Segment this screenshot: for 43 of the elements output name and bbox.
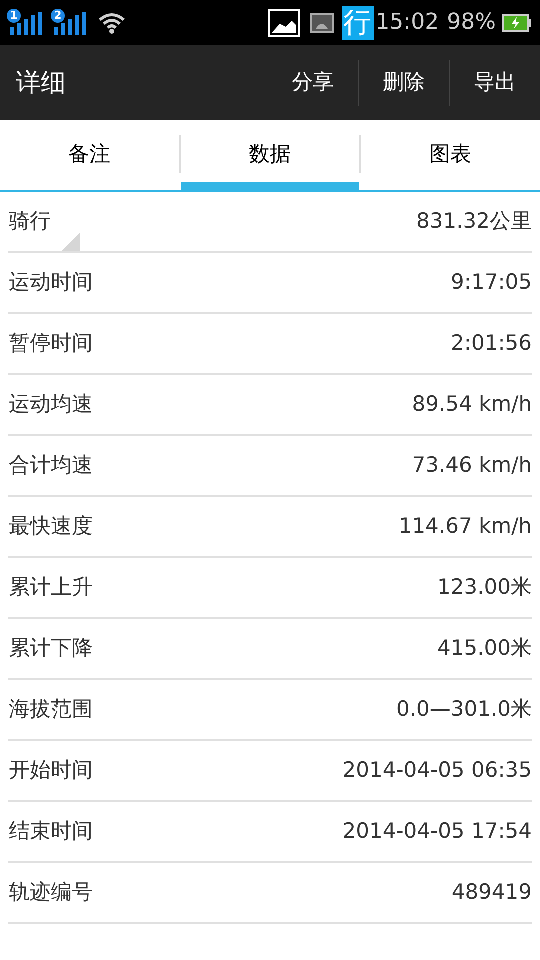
row-label: 轨迹编号 <box>8 878 93 906</box>
action-button[interactable]: 删除 <box>359 45 449 120</box>
row-label: 海拔范围 <box>8 696 93 723</box>
row-label: 合计均速 <box>8 452 93 479</box>
signal-icon <box>8 10 42 34</box>
row-label: 开始时间 <box>8 756 93 784</box>
row-value: 89.54 km/h <box>412 390 532 418</box>
row-label: 运动均速 <box>8 390 93 418</box>
battery-icon <box>502 14 532 32</box>
action-button[interactable]: 导出 <box>450 45 540 120</box>
notification-badge: 行 <box>342 6 374 40</box>
sim-badge: 1 <box>7 8 21 22</box>
clock: 15:02 <box>376 9 440 37</box>
row-value: 114.67 km/h <box>398 512 532 540</box>
dropdown-corner-icon[interactable] <box>62 233 80 251</box>
row-label: 最快速度 <box>8 512 93 540</box>
wifi-icon <box>98 12 126 34</box>
row-label: 累计下降 <box>8 634 93 662</box>
row-value: 2:01:56 <box>451 330 532 357</box>
action-button[interactable]: 分享 <box>268 45 358 120</box>
row-value: 9:17:05 <box>451 268 532 296</box>
image-icon <box>268 8 300 36</box>
sim-badge: 2 <box>51 8 65 22</box>
row-label: 结束时间 <box>8 818 93 845</box>
row-value: 2014-04-05 06:35 <box>342 756 532 784</box>
tab[interactable]: 图表 <box>361 120 540 190</box>
row-value: 489419 <box>452 878 532 906</box>
row-label: 累计上升 <box>8 574 93 601</box>
row-value: 0.0—301.0米 <box>396 696 532 723</box>
robot-image-icon <box>310 12 334 32</box>
row-value: 831.32公里 <box>416 208 532 235</box>
row-label: 运动时间 <box>8 268 93 296</box>
tab[interactable]: 数据 <box>180 120 360 190</box>
row-label: 骑行 <box>8 208 51 235</box>
row-value: 73.46 km/h <box>412 452 532 479</box>
row-value: 415.00米 <box>438 634 532 662</box>
row-label: 暂停时间 <box>8 330 93 357</box>
signal-icon <box>52 10 86 34</box>
tab[interactable]: 备注 <box>0 120 179 190</box>
row-value: 123.00米 <box>438 574 532 601</box>
screen-title: 详细 <box>15 66 67 99</box>
row-value: 2014-04-05 17:54 <box>342 818 532 845</box>
battery-percent: 98% <box>447 9 496 37</box>
